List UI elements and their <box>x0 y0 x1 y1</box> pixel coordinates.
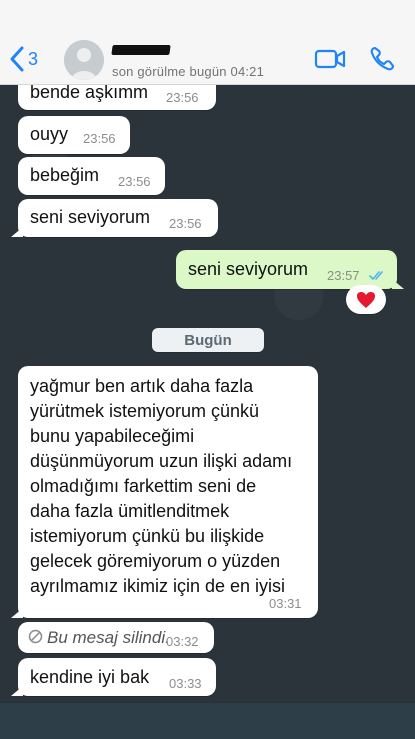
message-time: 03:33 <box>169 676 202 691</box>
person-icon <box>64 40 104 80</box>
date-separator: Bugün <box>152 328 264 352</box>
last-seen-status: son görülme bugün 04:21 <box>112 64 265 79</box>
read-receipt-icon <box>369 271 383 280</box>
contact-name-redaction <box>111 45 171 55</box>
chevron-left-icon <box>10 46 24 72</box>
chat-screen: 3 son görülme bugün 04:21 bende aşkımm 2… <box>0 0 415 739</box>
heart-icon <box>357 291 375 308</box>
unread-count: 3 <box>28 48 39 69</box>
video-call-button[interactable] <box>314 48 346 70</box>
video-camera-icon <box>314 49 346 69</box>
avatar[interactable] <box>64 40 104 80</box>
deleted-message[interactable]: Bu mesaj silindi. 03:32 <box>18 622 214 653</box>
deleted-message-text: Bu mesaj silindi. <box>47 628 170 647</box>
incoming-message[interactable]: bebeğim 23:56 <box>18 157 165 195</box>
back-button[interactable]: 3 <box>8 44 38 74</box>
incoming-message[interactable]: kendine iyi bak 03:33 <box>11 658 216 696</box>
message-text: kendine iyi bak <box>30 667 150 687</box>
message-time: 23:56 <box>169 216 202 231</box>
outgoing-message[interactable]: seni seviyorum 23:57 <box>176 250 404 289</box>
message-text: bebeğim <box>30 165 100 185</box>
blocked-icon <box>28 629 43 644</box>
message-text: yağmur ben artık daha fazla yürütmek ist… <box>30 376 293 596</box>
incoming-message[interactable]: ouyy 23:56 <box>18 116 130 154</box>
message-time: 03:32 <box>166 634 199 649</box>
voice-call-button[interactable] <box>369 46 395 72</box>
message-time: 23:56 <box>118 174 151 189</box>
message-time: 23:56 <box>83 131 116 146</box>
incoming-message[interactable]: seni seviyorum 23:56 <box>11 199 218 237</box>
chat-header: 3 son görülme bugün 04:21 <box>0 0 415 85</box>
message-time: 03:31 <box>269 596 302 611</box>
message-time: 23:57 <box>327 268 360 283</box>
message-time: 23:56 <box>166 90 199 105</box>
phone-icon <box>370 46 395 71</box>
incoming-message[interactable]: yağmur ben artık daha fazla yürütmek ist… <box>11 366 318 618</box>
message-composer-bar[interactable] <box>0 702 415 739</box>
message-reaction[interactable] <box>346 285 386 314</box>
message-text: seni seviyorum <box>30 207 151 227</box>
message-text: seni seviyorum <box>188 259 309 279</box>
message-text: ouyy <box>30 124 69 144</box>
